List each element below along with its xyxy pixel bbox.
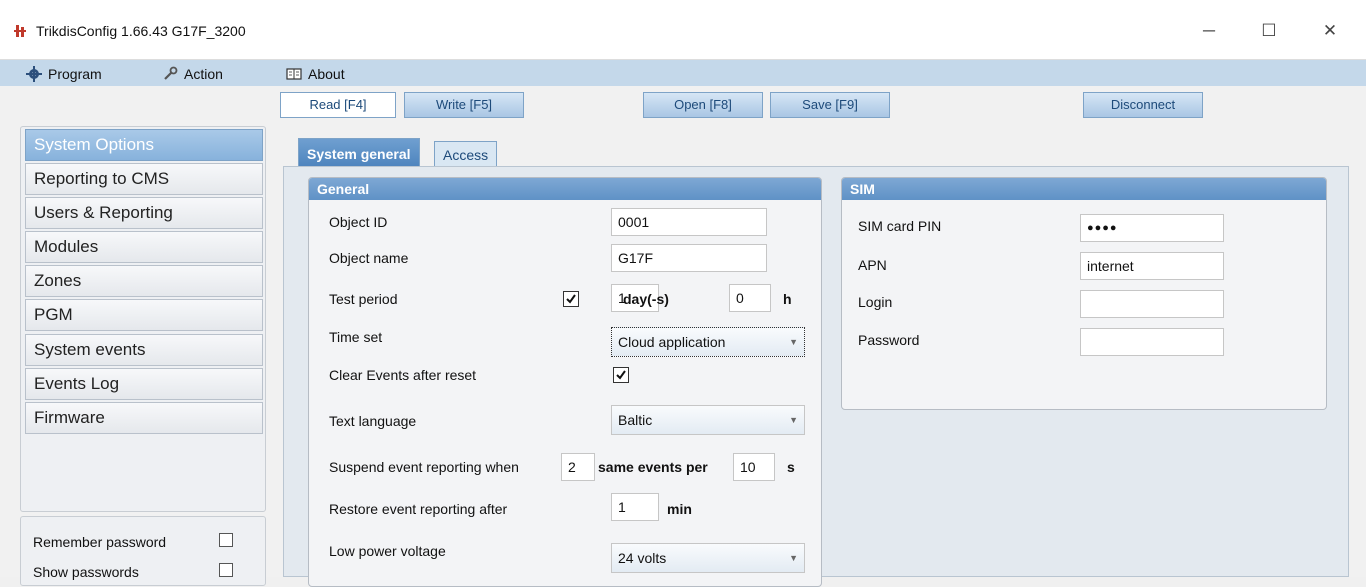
chevron-down-icon: ▼ bbox=[789, 337, 798, 347]
close-button[interactable]: ✕ bbox=[1318, 20, 1342, 42]
login-label: Login bbox=[858, 294, 893, 310]
menu-about[interactable]: About bbox=[286, 64, 345, 84]
minimize-button[interactable]: ─ bbox=[1197, 20, 1221, 42]
suspend-label: Suspend event reporting when bbox=[329, 459, 519, 475]
low-power-value: 24 volts bbox=[618, 550, 667, 566]
tab-system-general[interactable]: System general bbox=[298, 138, 420, 168]
gear-icon bbox=[26, 66, 42, 82]
book-icon bbox=[286, 68, 302, 80]
sidebar-item-firmware[interactable]: Firmware bbox=[25, 402, 263, 434]
sidebar-item-system-options[interactable]: System Options bbox=[25, 129, 263, 161]
sim-group: SIM SIM card PIN ●●●● APN internet Login… bbox=[841, 177, 1327, 410]
text-language-label: Text language bbox=[329, 413, 417, 429]
show-passwords-checkbox[interactable] bbox=[219, 563, 233, 577]
low-power-select[interactable]: 24 volts ▼ bbox=[611, 543, 805, 573]
password-label: Password bbox=[858, 332, 920, 348]
content-area: General Object ID 0001 Object name G17F … bbox=[283, 166, 1349, 587]
object-id-input[interactable]: 0001 bbox=[611, 208, 767, 236]
suspend-count-input[interactable]: 2 bbox=[561, 453, 595, 481]
menu-program[interactable]: Program bbox=[26, 64, 102, 84]
sidebar-item-pgm[interactable]: PGM bbox=[25, 299, 263, 331]
app-logo-icon bbox=[14, 25, 26, 37]
apn-input[interactable]: internet bbox=[1080, 252, 1224, 280]
test-period-label: Test period bbox=[329, 291, 398, 307]
password-input[interactable] bbox=[1080, 328, 1224, 356]
suspend-seconds-unit: s bbox=[787, 459, 795, 475]
test-period-hours-input[interactable]: 0 bbox=[729, 284, 771, 312]
menu-program-label: Program bbox=[48, 66, 102, 82]
login-input[interactable] bbox=[1080, 290, 1224, 318]
sidebar-item-modules[interactable]: Modules bbox=[25, 231, 263, 263]
sim-pin-label: SIM card PIN bbox=[858, 218, 942, 234]
same-events-per-label: same events per bbox=[598, 459, 708, 475]
sidebar-item-reporting-to-cms[interactable]: Reporting to CMS bbox=[25, 163, 263, 195]
test-period-days-unit: day(-s) bbox=[623, 291, 669, 307]
read-button[interactable]: Read [F4] bbox=[280, 92, 396, 118]
apn-label: APN bbox=[858, 257, 887, 273]
save-button[interactable]: Save [F9] bbox=[770, 92, 890, 118]
menu-about-label: About bbox=[308, 66, 345, 82]
time-set-value: Cloud application bbox=[618, 334, 726, 350]
sidebar-item-users-reporting[interactable]: Users & Reporting bbox=[25, 197, 263, 229]
clear-events-checkbox[interactable] bbox=[613, 367, 629, 383]
sidebar-item-zones[interactable]: Zones bbox=[25, 265, 263, 297]
text-language-select[interactable]: Baltic ▼ bbox=[611, 405, 805, 435]
app-window: TrikdisConfig 1.66.43 G17F_3200 ─ ☐ ✕ Pr… bbox=[0, 0, 1366, 587]
restore-label: Restore event reporting after bbox=[329, 501, 508, 517]
menu-bar: Program Action About bbox=[0, 60, 1366, 86]
test-period-hours-unit: h bbox=[783, 291, 792, 307]
object-name-input[interactable]: G17F bbox=[611, 244, 767, 272]
restore-input[interactable]: 1 bbox=[611, 493, 659, 521]
window-title: TrikdisConfig 1.66.43 G17F_3200 bbox=[36, 23, 246, 39]
restore-min-unit: min bbox=[667, 501, 692, 517]
sidebar-item-events-log[interactable]: Events Log bbox=[25, 368, 263, 400]
suspend-seconds-input[interactable]: 10 bbox=[733, 453, 775, 481]
chevron-down-icon: ▼ bbox=[789, 415, 798, 425]
menu-action[interactable]: Action bbox=[162, 64, 223, 84]
wrench-icon bbox=[164, 66, 178, 80]
sim-pin-input[interactable]: ●●●● bbox=[1080, 214, 1224, 242]
object-id-label: Object ID bbox=[329, 214, 388, 230]
remember-password-label: Remember password bbox=[33, 534, 167, 550]
sidebar-nav: System Options Reporting to CMS Users & … bbox=[20, 126, 266, 512]
sim-group-header: SIM bbox=[842, 178, 1326, 200]
tab-access[interactable]: Access bbox=[434, 141, 498, 168]
object-name-label: Object name bbox=[329, 250, 409, 266]
title-bar: TrikdisConfig 1.66.43 G17F_3200 ─ ☐ ✕ bbox=[0, 0, 1366, 60]
general-group: General Object ID 0001 Object name G17F … bbox=[308, 177, 822, 587]
sidebar-item-system-events[interactable]: System events bbox=[25, 334, 263, 366]
menu-action-label: Action bbox=[184, 66, 223, 82]
checkmark-icon bbox=[616, 370, 626, 380]
time-set-select[interactable]: Cloud application ▼ bbox=[611, 327, 805, 357]
maximize-button[interactable]: ☐ bbox=[1257, 20, 1281, 42]
checkmark-icon bbox=[566, 294, 576, 304]
text-language-value: Baltic bbox=[618, 412, 653, 428]
general-group-header: General bbox=[309, 178, 821, 200]
password-options-panel: Remember password Show passwords bbox=[20, 516, 266, 586]
open-button[interactable]: Open [F8] bbox=[643, 92, 763, 118]
show-passwords-label: Show passwords bbox=[33, 564, 139, 580]
disconnect-button[interactable]: Disconnect bbox=[1083, 92, 1203, 118]
test-period-checkbox[interactable] bbox=[563, 291, 579, 307]
chevron-down-icon: ▼ bbox=[789, 553, 798, 563]
time-set-label: Time set bbox=[329, 329, 383, 345]
write-button[interactable]: Write [F5] bbox=[404, 92, 524, 118]
low-power-label: Low power voltage bbox=[329, 543, 446, 559]
clear-events-label: Clear Events after reset bbox=[329, 367, 477, 383]
remember-password-checkbox[interactable] bbox=[219, 533, 233, 547]
